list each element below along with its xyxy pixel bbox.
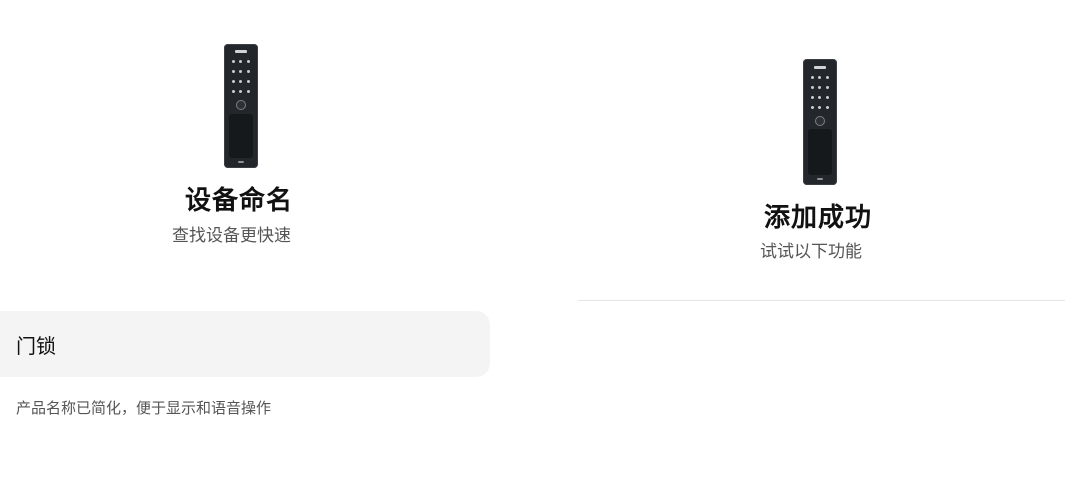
lock-handle bbox=[808, 129, 832, 175]
device-name-input[interactable]: 门锁 bbox=[0, 311, 490, 377]
page-title: 设备命名 bbox=[185, 186, 294, 216]
divider bbox=[578, 300, 1065, 301]
lock-brand-mark bbox=[814, 66, 826, 69]
lock-logo bbox=[238, 161, 244, 163]
lock-keypad bbox=[811, 76, 829, 112]
page-subtitle: 查找设备更快速 bbox=[172, 226, 291, 246]
lock-brand-mark bbox=[235, 50, 247, 53]
success-subtitle: 试试以下功能 bbox=[760, 242, 862, 262]
device-name-value: 门锁 bbox=[16, 333, 56, 358]
success-title: 添加成功 bbox=[764, 203, 873, 233]
door-lock-image bbox=[224, 44, 258, 168]
screen: 设备命名 查找设备更快速 门锁 产品名称已简化，便于显示和语音操作 添加成功 试… bbox=[0, 0, 1080, 500]
lock-logo bbox=[817, 178, 823, 180]
lock-handle bbox=[229, 114, 253, 158]
name-hint-text: 产品名称已简化，便于显示和语音操作 bbox=[16, 399, 272, 417]
fingerprint-sensor bbox=[236, 100, 246, 110]
door-lock-image bbox=[803, 59, 837, 185]
fingerprint-sensor bbox=[815, 116, 825, 126]
lock-keypad bbox=[232, 60, 250, 96]
